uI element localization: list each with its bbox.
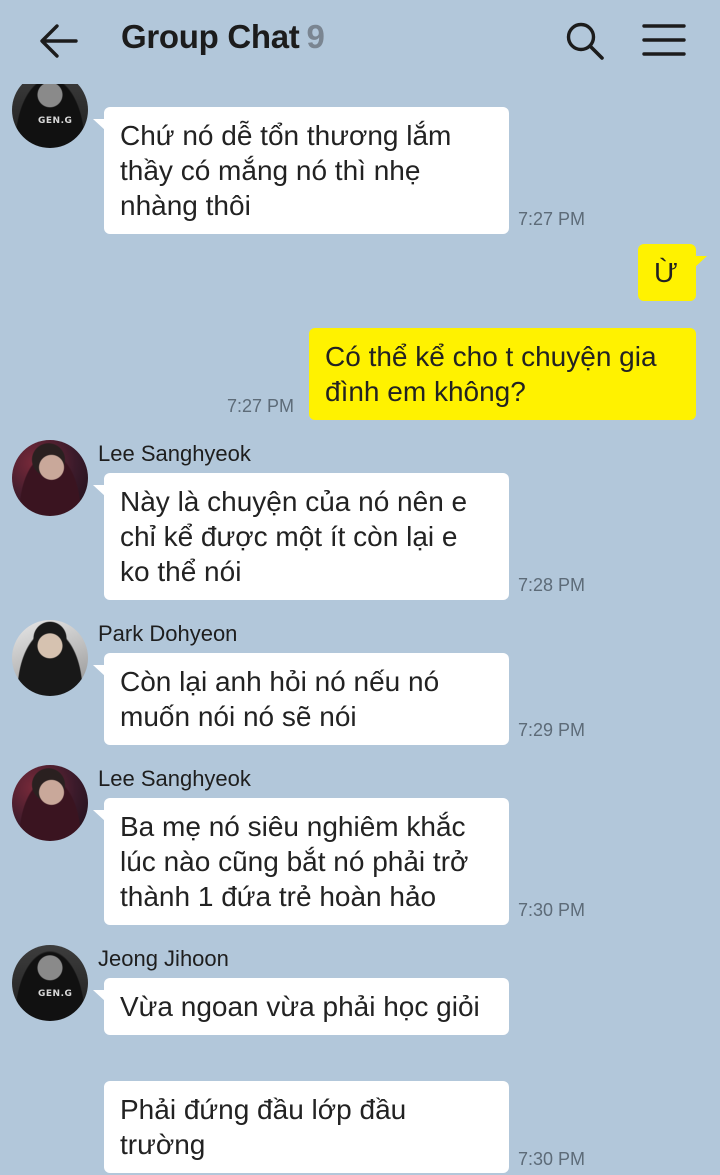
- avatar-jersey-label: GEN.G: [38, 989, 73, 999]
- avatar-jersey-label: GEN.G: [38, 116, 73, 126]
- message-text: Còn lại anh hỏi nó nếu nó muốn nói nó sẽ…: [120, 666, 440, 732]
- arrow-left-icon[interactable]: [38, 22, 78, 60]
- message-text: Vừa ngoan vừa phải học giỏi: [120, 991, 480, 1022]
- chat-title: Group Chat 9: [121, 18, 325, 56]
- my-message-bubble[interactable]: Ừ: [638, 244, 707, 301]
- sender-name: Park Dohyeon: [98, 621, 238, 646]
- sender-name: Jeong Jihoon: [98, 946, 229, 971]
- avatar[interactable]: [12, 765, 88, 841]
- message-time: 7:30 PM: [518, 900, 586, 920]
- my-message-bubble[interactable]: Có thể kể cho t chuyện gia đình em không…: [309, 328, 696, 420]
- message-bubble[interactable]: Vừa ngoan vừa phải học giỏi: [93, 978, 509, 1035]
- chat-title-text: Group Chat: [121, 18, 300, 55]
- message-text: Ừ: [654, 257, 678, 288]
- message-time: 7:27 PM: [518, 209, 586, 229]
- message-time: 7:27 PM: [227, 396, 295, 416]
- message-bubble[interactable]: Chứ nó dễ tổn thương lắm thầy có mắng nó…: [93, 107, 509, 234]
- message-text: Ba mẹ nó siêu nghiêm khắc lúc nào cũng b…: [120, 811, 469, 912]
- avatar[interactable]: GEN.G: [12, 945, 88, 1021]
- message-text: Này là chuyện của nó nên e chỉ kể được m…: [120, 486, 468, 587]
- message-bubble[interactable]: Này là chuyện của nó nên e chỉ kể được m…: [93, 473, 509, 600]
- message-text: Phải đứng đầu lớp đầu trường: [120, 1094, 407, 1160]
- avatar[interactable]: [12, 440, 88, 516]
- avatar[interactable]: [12, 620, 88, 696]
- member-count: 9: [306, 18, 325, 55]
- message-time: 7:29 PM: [518, 720, 586, 740]
- search-icon[interactable]: [565, 21, 605, 61]
- sender-name: Lee Sanghyeok: [98, 441, 251, 466]
- hamburger-menu-icon[interactable]: [642, 22, 686, 58]
- chat-header: Group Chat 9: [0, 0, 720, 84]
- message-text: Có thể kể cho t chuyện gia đình em không…: [325, 341, 657, 407]
- message-text: Chứ nó dễ tổn thương lắm thầy có mắng nó…: [120, 120, 452, 221]
- message-bubble[interactable]: Ba mẹ nó siêu nghiêm khắc lúc nào cũng b…: [93, 798, 509, 925]
- message-bubble[interactable]: Còn lại anh hỏi nó nếu nó muốn nói nó sẽ…: [93, 653, 509, 745]
- avatar[interactable]: GEN.G: [12, 84, 88, 148]
- message-list[interactable]: GEN.G Chứ nó dễ tổn thương lắm thầy có m…: [0, 84, 720, 1175]
- sender-name: Lee Sanghyeok: [98, 766, 251, 791]
- message-time: 7:28 PM: [518, 575, 586, 595]
- message-bubble[interactable]: Phải đứng đầu lớp đầu trường: [104, 1081, 509, 1173]
- message-time: 7:30 PM: [518, 1149, 586, 1169]
